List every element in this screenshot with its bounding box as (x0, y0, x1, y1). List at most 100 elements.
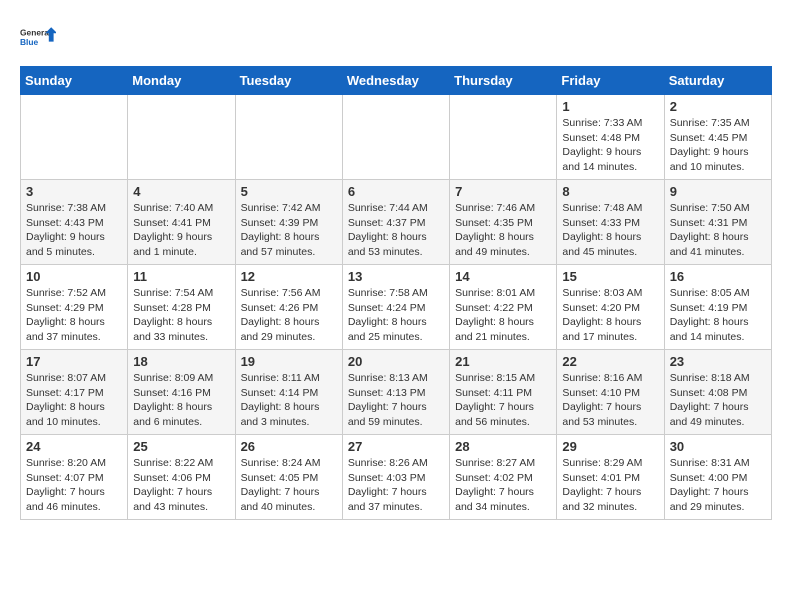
day-info: Sunrise: 7:42 AM Sunset: 4:39 PM Dayligh… (241, 201, 337, 260)
day-number: 6 (348, 184, 444, 199)
day-info: Sunrise: 7:54 AM Sunset: 4:28 PM Dayligh… (133, 286, 229, 345)
weekday-header-saturday: Saturday (664, 67, 771, 95)
weekday-header-sunday: Sunday (21, 67, 128, 95)
weekday-header-thursday: Thursday (450, 67, 557, 95)
calendar-cell: 17 Sunrise: 8:07 AM Sunset: 4:17 PM Dayli… (21, 350, 128, 435)
day-info: Sunrise: 8:20 AM Sunset: 4:07 PM Dayligh… (26, 456, 122, 515)
calendar-cell: 9 Sunrise: 7:50 AM Sunset: 4:31 PM Daylig… (664, 180, 771, 265)
day-number: 28 (455, 439, 551, 454)
day-info: Sunrise: 8:11 AM Sunset: 4:14 PM Dayligh… (241, 371, 337, 430)
weekday-header-friday: Friday (557, 67, 664, 95)
calendar-cell: 7 Sunrise: 7:46 AM Sunset: 4:35 PM Daylig… (450, 180, 557, 265)
day-number: 30 (670, 439, 766, 454)
calendar-cell: 13 Sunrise: 7:58 AM Sunset: 4:24 PM Dayli… (342, 265, 449, 350)
calendar-cell: 26 Sunrise: 8:24 AM Sunset: 4:05 PM Dayli… (235, 435, 342, 520)
calendar-cell (128, 95, 235, 180)
weekday-header-monday: Monday (128, 67, 235, 95)
calendar-table: SundayMondayTuesdayWednesdayThursdayFrid… (20, 66, 772, 520)
day-info: Sunrise: 7:46 AM Sunset: 4:35 PM Dayligh… (455, 201, 551, 260)
calendar-cell (235, 95, 342, 180)
day-info: Sunrise: 7:38 AM Sunset: 4:43 PM Dayligh… (26, 201, 122, 260)
day-number: 26 (241, 439, 337, 454)
calendar-week-row: 17 Sunrise: 8:07 AM Sunset: 4:17 PM Dayli… (21, 350, 772, 435)
calendar-cell: 16 Sunrise: 8:05 AM Sunset: 4:19 PM Dayli… (664, 265, 771, 350)
day-number: 15 (562, 269, 658, 284)
day-info: Sunrise: 8:16 AM Sunset: 4:10 PM Dayligh… (562, 371, 658, 430)
calendar-cell: 4 Sunrise: 7:40 AM Sunset: 4:41 PM Daylig… (128, 180, 235, 265)
calendar-cell: 15 Sunrise: 8:03 AM Sunset: 4:20 PM Dayli… (557, 265, 664, 350)
calendar-cell: 11 Sunrise: 7:54 AM Sunset: 4:28 PM Dayli… (128, 265, 235, 350)
calendar-week-row: 3 Sunrise: 7:38 AM Sunset: 4:43 PM Daylig… (21, 180, 772, 265)
day-number: 17 (26, 354, 122, 369)
day-info: Sunrise: 7:35 AM Sunset: 4:45 PM Dayligh… (670, 116, 766, 175)
day-number: 22 (562, 354, 658, 369)
day-number: 13 (348, 269, 444, 284)
day-number: 14 (455, 269, 551, 284)
day-number: 7 (455, 184, 551, 199)
day-number: 11 (133, 269, 229, 284)
day-info: Sunrise: 8:03 AM Sunset: 4:20 PM Dayligh… (562, 286, 658, 345)
calendar-cell: 27 Sunrise: 8:26 AM Sunset: 4:03 PM Dayli… (342, 435, 449, 520)
day-number: 4 (133, 184, 229, 199)
day-info: Sunrise: 7:33 AM Sunset: 4:48 PM Dayligh… (562, 116, 658, 175)
day-info: Sunrise: 8:07 AM Sunset: 4:17 PM Dayligh… (26, 371, 122, 430)
calendar-cell: 30 Sunrise: 8:31 AM Sunset: 4:00 PM Dayli… (664, 435, 771, 520)
day-info: Sunrise: 8:05 AM Sunset: 4:19 PM Dayligh… (670, 286, 766, 345)
calendar-cell: 29Sunrise: 8:29 AM Sunset: 4:01 PM Dayli… (557, 435, 664, 520)
day-info: Sunrise: 7:52 AM Sunset: 4:29 PM Dayligh… (26, 286, 122, 345)
day-number: 23 (670, 354, 766, 369)
day-number: 21 (455, 354, 551, 369)
logo: General Blue (20, 20, 56, 56)
day-info: Sunrise: 7:50 AM Sunset: 4:31 PM Dayligh… (670, 201, 766, 260)
day-info: Sunrise: 8:24 AM Sunset: 4:05 PM Dayligh… (241, 456, 337, 515)
day-info: Sunrise: 8:13 AM Sunset: 4:13 PM Dayligh… (348, 371, 444, 430)
day-number: 18 (133, 354, 229, 369)
calendar-cell (450, 95, 557, 180)
day-number: 10 (26, 269, 122, 284)
calendar-cell: 3 Sunrise: 7:38 AM Sunset: 4:43 PM Daylig… (21, 180, 128, 265)
day-number: 3 (26, 184, 122, 199)
day-number: 27 (348, 439, 444, 454)
day-number: 5 (241, 184, 337, 199)
logo-svg: General Blue (20, 20, 56, 56)
day-number: 24 (26, 439, 122, 454)
day-info: Sunrise: 8:22 AM Sunset: 4:06 PM Dayligh… (133, 456, 229, 515)
svg-text:Blue: Blue (20, 37, 39, 47)
calendar-cell: 5 Sunrise: 7:42 AM Sunset: 4:39 PM Daylig… (235, 180, 342, 265)
day-info: Sunrise: 7:48 AM Sunset: 4:33 PM Dayligh… (562, 201, 658, 260)
weekday-header-wednesday: Wednesday (342, 67, 449, 95)
calendar-cell: 2Sunrise: 7:35 AM Sunset: 4:45 PM Daylig… (664, 95, 771, 180)
calendar-cell: 21 Sunrise: 8:15 AM Sunset: 4:11 PM Dayli… (450, 350, 557, 435)
day-number: 1 (562, 99, 658, 114)
day-number: 12 (241, 269, 337, 284)
day-info: Sunrise: 8:27 AM Sunset: 4:02 PM Dayligh… (455, 456, 551, 515)
day-info: Sunrise: 8:26 AM Sunset: 4:03 PM Dayligh… (348, 456, 444, 515)
day-number: 19 (241, 354, 337, 369)
day-info: Sunrise: 8:29 AM Sunset: 4:01 PM Dayligh… (562, 456, 658, 515)
day-info: Sunrise: 7:58 AM Sunset: 4:24 PM Dayligh… (348, 286, 444, 345)
weekday-header-tuesday: Tuesday (235, 67, 342, 95)
calendar-cell: 19 Sunrise: 8:11 AM Sunset: 4:14 PM Dayli… (235, 350, 342, 435)
day-number: 20 (348, 354, 444, 369)
calendar-cell: 12 Sunrise: 7:56 AM Sunset: 4:26 PM Dayli… (235, 265, 342, 350)
day-info: Sunrise: 7:40 AM Sunset: 4:41 PM Dayligh… (133, 201, 229, 260)
calendar-week-row: 24 Sunrise: 8:20 AM Sunset: 4:07 PM Dayli… (21, 435, 772, 520)
day-number: 8 (562, 184, 658, 199)
calendar-cell: 18Sunrise: 8:09 AM Sunset: 4:16 PM Dayli… (128, 350, 235, 435)
weekday-header-row: SundayMondayTuesdayWednesdayThursdayFrid… (21, 67, 772, 95)
day-number: 9 (670, 184, 766, 199)
calendar-cell: 24 Sunrise: 8:20 AM Sunset: 4:07 PM Dayli… (21, 435, 128, 520)
calendar-cell: 28 Sunrise: 8:27 AM Sunset: 4:02 PM Dayli… (450, 435, 557, 520)
calendar-cell (21, 95, 128, 180)
day-info: Sunrise: 8:31 AM Sunset: 4:00 PM Dayligh… (670, 456, 766, 515)
calendar-cell (342, 95, 449, 180)
day-number: 16 (670, 269, 766, 284)
day-info: Sunrise: 8:01 AM Sunset: 4:22 PM Dayligh… (455, 286, 551, 345)
day-number: 25 (133, 439, 229, 454)
calendar-cell: 8 Sunrise: 7:48 AM Sunset: 4:33 PM Daylig… (557, 180, 664, 265)
calendar-cell: 23Sunrise: 8:18 AM Sunset: 4:08 PM Dayli… (664, 350, 771, 435)
calendar-cell: 20 Sunrise: 8:13 AM Sunset: 4:13 PM Dayli… (342, 350, 449, 435)
calendar-cell: 25 Sunrise: 8:22 AM Sunset: 4:06 PM Dayli… (128, 435, 235, 520)
day-info: Sunrise: 8:15 AM Sunset: 4:11 PM Dayligh… (455, 371, 551, 430)
day-info: Sunrise: 7:56 AM Sunset: 4:26 PM Dayligh… (241, 286, 337, 345)
